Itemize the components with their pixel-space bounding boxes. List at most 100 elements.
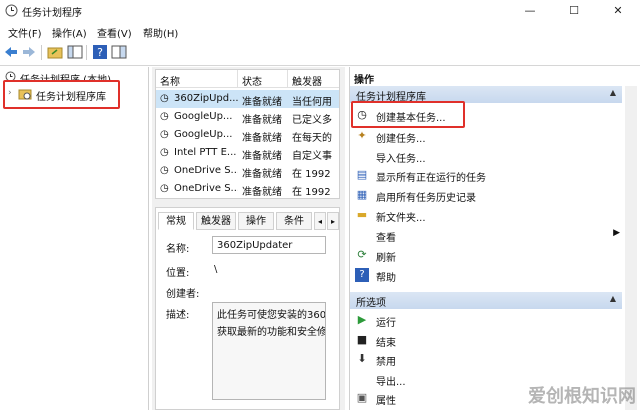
clock-icon: ◷ (160, 93, 169, 104)
task-name: OneDrive S... (174, 165, 238, 176)
show-action-pane-icon[interactable] (111, 44, 127, 60)
location-value: \ (214, 264, 218, 275)
highlight-box (3, 80, 120, 109)
author-label: 创建者: (166, 289, 200, 300)
action-end[interactable]: ■ 结束 (352, 330, 622, 350)
action-label: 启用所有任务历史记录 (376, 193, 476, 204)
action-run[interactable]: ▶ 运行 (352, 310, 622, 330)
action-label: 属性 (376, 396, 396, 407)
action-enable-history[interactable]: ▦ 启用所有任务历史记录 (352, 185, 622, 205)
task-status: 准备就绪 (242, 115, 282, 126)
action-disable[interactable]: ⬇ 禁用 (352, 349, 622, 369)
maximize-button[interactable]: ☐ (552, 0, 596, 21)
description-label: 描述: (166, 310, 190, 321)
svg-text:?: ? (97, 46, 103, 59)
refresh-icon: ⟳ (357, 248, 367, 261)
selected-section-header[interactable]: 所选项 ▲ (350, 292, 622, 309)
clock-icon: ◷ (160, 165, 169, 176)
task-status: 准备就绪 (242, 169, 282, 180)
menu-action[interactable]: 操作(A) (52, 25, 87, 40)
task-trigger: 在 1992 (292, 187, 331, 198)
description-field[interactable]: 此任务可使您安装的360 获取最新的功能和安全修 (212, 302, 326, 400)
running-tasks-icon: ▤ (356, 168, 368, 181)
table-row[interactable]: ◷ Intel PTT E... 准备就绪 自定义事 (156, 144, 339, 162)
task-trigger: 当任何用 (292, 97, 332, 108)
table-row[interactable]: ◷ GoogleUp... 准备就绪 已定义多 (156, 108, 339, 126)
action-create-task[interactable]: ✦ 创建任务... (352, 126, 622, 146)
table-row[interactable]: ◷ OneDrive S... 准备就绪 在 1992 (156, 180, 339, 198)
collapse-up-icon[interactable]: ▲ (610, 88, 616, 97)
task-status: 准备就绪 (242, 97, 282, 108)
history-icon: ▦ (356, 188, 368, 201)
back-arrow-icon[interactable] (3, 44, 19, 60)
action-label: 显示所有正在运行的任务 (376, 173, 486, 184)
task-name: Intel PTT E... (174, 147, 237, 158)
task-name: 360ZipUpd... (174, 93, 238, 104)
show-hide-tree-icon[interactable] (67, 44, 83, 60)
submenu-arrow-icon: ▶ (613, 228, 620, 238)
action-refresh[interactable]: ⟳ 刷新 (352, 245, 622, 265)
task-trigger: 自定义事 (292, 151, 332, 162)
toolbar-divider (86, 45, 87, 60)
action-label: 导入任务... (376, 154, 426, 165)
action-label: 禁用 (376, 357, 396, 368)
menu-file[interactable]: 文件(F) (8, 25, 42, 40)
help-icon[interactable]: ? (92, 44, 108, 60)
location-label: 位置: (166, 268, 190, 279)
clock-icon: ◷ (160, 129, 169, 140)
action-new-folder[interactable]: ▬ 新文件夹... (352, 205, 622, 225)
action-label: 结束 (376, 338, 396, 349)
description-line: 此任务可使您安装的360 (217, 310, 326, 321)
column-header-name[interactable]: 名称 (156, 70, 238, 88)
collapse-up-icon[interactable]: ▲ (610, 294, 616, 303)
actions-scrollbar[interactable] (625, 86, 637, 410)
task-trigger: 在每天的 (292, 133, 332, 144)
task-status: 准备就绪 (242, 133, 282, 144)
tab-triggers[interactable]: 触发器 (196, 212, 236, 230)
action-label: 帮助 (376, 273, 396, 284)
clock-icon: ◷ (160, 147, 169, 158)
clock-icon: ◷ (160, 111, 169, 122)
task-name: OneDrive S... (174, 183, 238, 194)
folder-icon: ▬ (356, 208, 368, 221)
clock-icon: ◷ (160, 183, 169, 194)
action-import-task[interactable]: 导入任务... (352, 146, 622, 166)
table-row[interactable]: ◷ OneDrive S... 准备就绪 在 1992 (156, 162, 339, 180)
name-field[interactable]: 360ZipUpdater (212, 236, 326, 254)
forward-arrow-icon[interactable] (21, 44, 37, 60)
folder-up-icon[interactable] (47, 44, 63, 60)
column-header-status[interactable]: 状态 (238, 70, 288, 88)
task-list: 名称 状态 触发器 ◷ 360ZipUpd... 准备就绪 当任何用 ◷ Goo… (155, 69, 340, 199)
task-icon: ✦ (357, 129, 367, 142)
action-help[interactable]: ? 帮助 (352, 265, 622, 285)
task-name: GoogleUp... (174, 129, 233, 140)
help-icon: ? (355, 268, 369, 282)
tab-general[interactable]: 常规 (158, 212, 194, 230)
action-show-running[interactable]: ▤ 显示所有正在运行的任务 (352, 165, 622, 185)
task-list-scrollbar[interactable] (341, 69, 345, 199)
menu-view[interactable]: 查看(V) (97, 25, 132, 40)
action-label: 查看 (376, 233, 396, 244)
table-row[interactable]: ◷ 360ZipUpd... 准备就绪 当任何用 (156, 90, 339, 108)
run-icon: ▶ (357, 313, 367, 326)
action-label: 新文件夹... (376, 213, 426, 224)
minimize-button[interactable]: — (508, 0, 552, 21)
column-header-trigger[interactable]: 触发器 (288, 70, 339, 88)
task-trigger: 在 1992 (292, 169, 331, 180)
task-status: 准备就绪 (242, 187, 282, 198)
tab-actions[interactable]: 操作 (238, 212, 274, 230)
window-title: 任务计划程序 (22, 8, 82, 19)
action-label: 刷新 (376, 253, 396, 264)
close-button[interactable]: ✕ (596, 0, 640, 21)
action-label: 导出... (376, 377, 406, 388)
disable-icon: ⬇ (357, 352, 367, 365)
menu-help[interactable]: 帮助(H) (143, 25, 178, 40)
task-trigger: 已定义多 (292, 115, 332, 126)
toolbar: ? (0, 40, 640, 66)
tab-scroll-right-icon[interactable]: ▸ (327, 212, 339, 230)
task-status: 准备就绪 (242, 151, 282, 162)
tab-conditions[interactable]: 条件 (276, 212, 312, 230)
table-row[interactable]: ◷ GoogleUp... 准备就绪 在每天的 (156, 126, 339, 144)
tab-scroll-left-icon[interactable]: ◂ (314, 212, 326, 230)
action-view[interactable]: 查看 ▶ (352, 225, 622, 245)
